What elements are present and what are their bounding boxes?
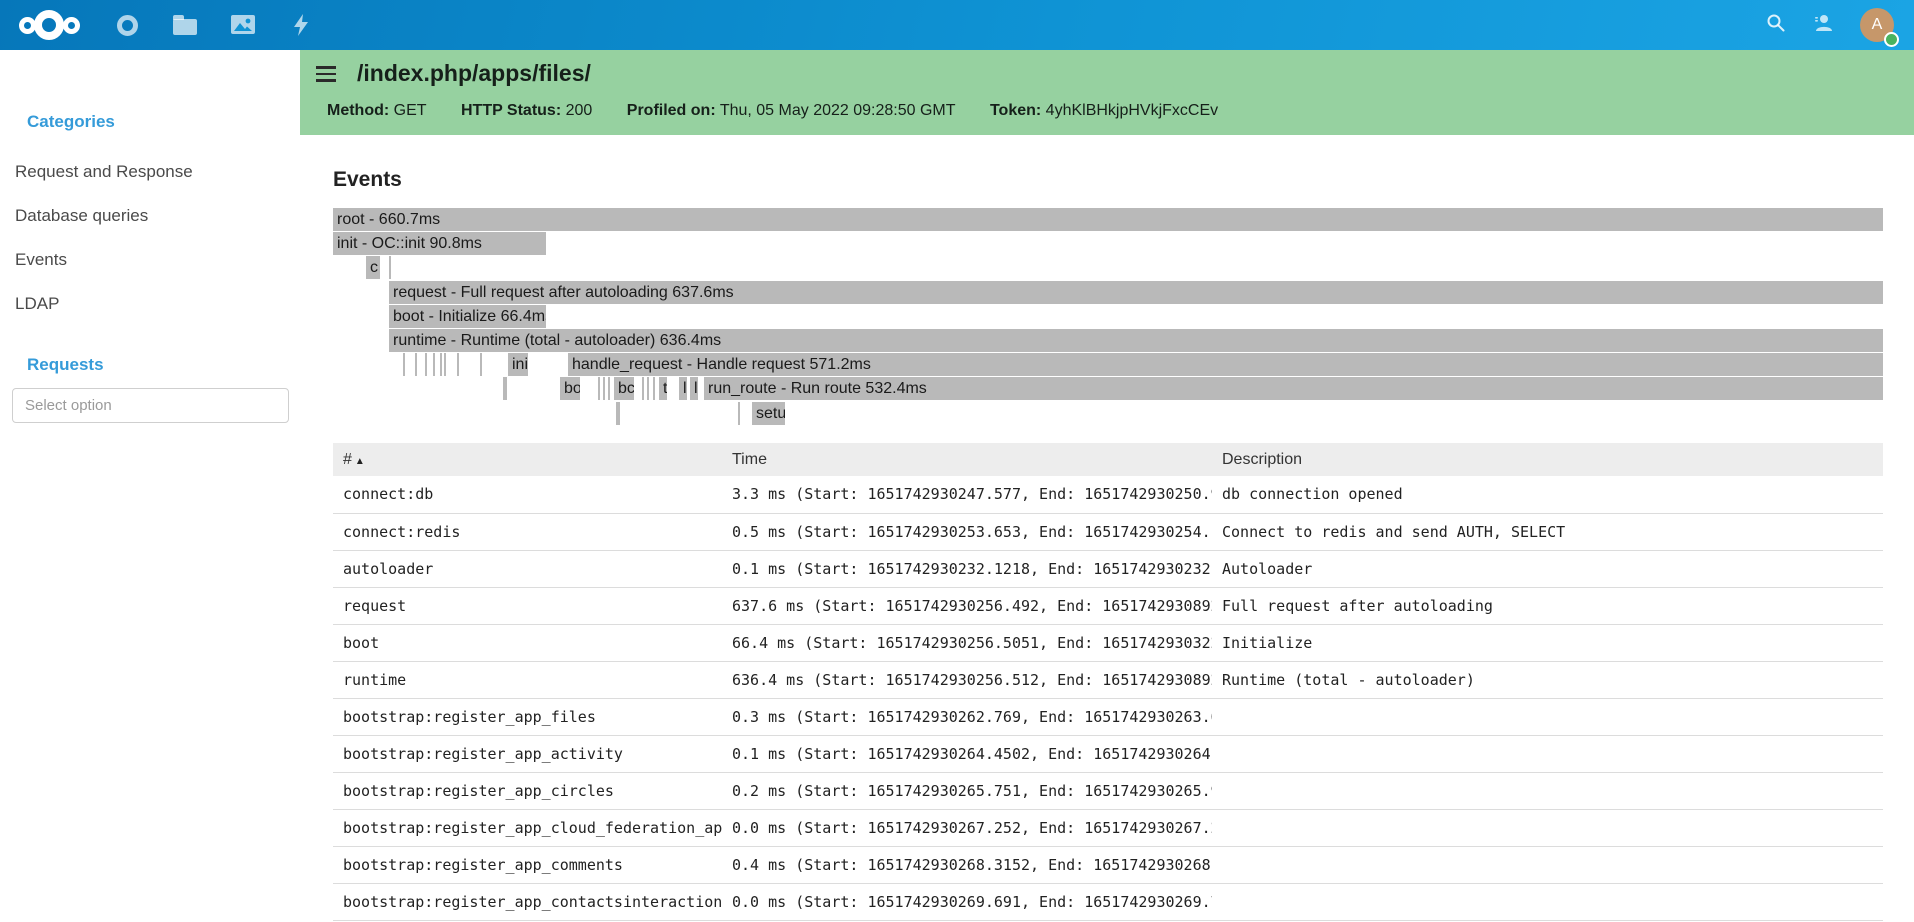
main-content: /index.php/apps/files/ Method: GET HTTP … xyxy=(300,50,1914,922)
circles-app-icon[interactable] xyxy=(114,12,140,38)
timeline-bar xyxy=(598,377,600,400)
timeline-bar: request - Full request after autoloading… xyxy=(389,281,1883,304)
timeline-bar: runtime - Runtime (total - autoloader) 6… xyxy=(389,329,1883,352)
categories-heading: Categories xyxy=(27,112,115,132)
requests-heading: Requests xyxy=(27,355,104,375)
timeline-bar xyxy=(415,353,417,376)
timeline-bar: init - OC::init 90.8ms xyxy=(333,232,546,255)
avatar-letter: A xyxy=(1872,16,1883,34)
column-header-time[interactable]: Time xyxy=(722,443,1212,476)
photos-app-icon[interactable] xyxy=(230,12,256,38)
timeline-bar: setup xyxy=(752,402,785,425)
timeline-bar: bc xyxy=(614,377,634,400)
top-bar: A xyxy=(0,0,1914,50)
timeline-bar xyxy=(444,353,446,376)
timeline-bar: handle_request - Handle request 571.2ms xyxy=(568,353,1883,376)
table-row: connect:redis0.5 ms (Start: 165174293025… xyxy=(333,513,1883,550)
timeline-bar xyxy=(433,353,435,376)
table-row: bootstrap:register_app_activity0.1 ms (S… xyxy=(333,735,1883,772)
http-status-value: 200 xyxy=(566,102,593,119)
timeline-bar xyxy=(389,256,391,279)
table-row: bootstrap:register_app_files0.3 ms (Star… xyxy=(333,698,1883,735)
activity-app-icon[interactable] xyxy=(288,12,314,38)
search-icon[interactable] xyxy=(1766,13,1786,38)
request-meta: Method: GET HTTP Status: 200 Profiled on… xyxy=(327,102,1248,120)
request-summary-header: /index.php/apps/files/ Method: GET HTTP … xyxy=(300,50,1914,135)
events-table-body: connect:db3.3 ms (Start: 1651742930247.5… xyxy=(333,476,1883,920)
sidebar-item-database-queries[interactable]: Database queries xyxy=(15,194,285,238)
nextcloud-logo-icon[interactable] xyxy=(16,8,82,42)
events-timeline: root - 660.7msinit - OC::init 90.8mscreq… xyxy=(333,208,1883,427)
files-app-icon[interactable] xyxy=(172,12,198,38)
table-row: connect:db3.3 ms (Start: 1651742930247.5… xyxy=(333,476,1883,513)
table-row: boot66.4 ms (Start: 1651742930256.5051, … xyxy=(333,624,1883,661)
timeline-bar xyxy=(425,353,427,376)
timeline-bar xyxy=(503,377,507,400)
menu-icon[interactable] xyxy=(316,66,336,82)
token-value: 4yhKlBHkjpHVkjFxcCEv xyxy=(1046,102,1218,119)
sidebar-item-request-and-response[interactable]: Request and Response xyxy=(15,150,285,194)
sidebar-item-events[interactable]: Events xyxy=(15,238,285,282)
table-row: bootstrap:register_app_cloud_federation_… xyxy=(333,809,1883,846)
timeline-bar xyxy=(653,377,655,400)
table-row: bootstrap:register_app_comments0.4 ms (S… xyxy=(333,846,1883,883)
timeline-bar: bo xyxy=(560,377,580,400)
timeline-bar xyxy=(647,377,649,400)
column-header-name[interactable]: #▲ xyxy=(333,443,722,476)
logo-circle-center xyxy=(34,10,64,40)
sidebar: Categories Request and ResponseDatabase … xyxy=(0,50,300,922)
profiled-on-value: Thu, 05 May 2022 09:28:50 GMT xyxy=(720,102,956,119)
avatar[interactable]: A xyxy=(1860,8,1894,42)
table-header-row: #▲ Time Description xyxy=(333,443,1883,476)
requests-select[interactable] xyxy=(12,388,289,423)
events-table: #▲ Time Description connect:db3.3 ms (St… xyxy=(333,443,1883,921)
timeline-bar xyxy=(616,402,620,425)
timeline-bar xyxy=(603,377,605,400)
timeline-bar xyxy=(738,402,740,425)
logo-circle-right xyxy=(63,17,80,34)
events-heading: Events xyxy=(333,168,402,192)
http-status-label: HTTP Status: xyxy=(461,102,561,119)
table-row: bootstrap:register_app_contactsinteracti… xyxy=(333,883,1883,920)
timeline-bar xyxy=(403,353,405,376)
timeline-bar xyxy=(480,353,482,376)
token-label: Token: xyxy=(990,102,1041,119)
timeline-bar xyxy=(440,353,442,376)
sort-asc-icon: ▲ xyxy=(355,456,365,467)
timeline-bar: l xyxy=(679,377,687,400)
timeline-bar: run_route - Run route 532.4ms xyxy=(704,377,1883,400)
table-row: autoloader0.1 ms (Start: 1651742930232.1… xyxy=(333,550,1883,587)
sidebar-category-list: Request and ResponseDatabase queriesEven… xyxy=(15,150,285,326)
contacts-icon[interactable] xyxy=(1812,13,1834,38)
table-row: runtime636.4 ms (Start: 1651742930256.51… xyxy=(333,661,1883,698)
timeline-bar xyxy=(457,353,459,376)
timeline-bar: root - 660.7ms xyxy=(333,208,1883,231)
timeline-bar xyxy=(608,377,610,400)
timeline-bar: t xyxy=(659,377,667,400)
timeline-bar: c xyxy=(366,256,380,279)
table-row: request637.6 ms (Start: 1651742930256.49… xyxy=(333,587,1883,624)
timeline-bar xyxy=(642,377,644,400)
profiled-on-label: Profiled on: xyxy=(627,102,716,119)
timeline-bar: l xyxy=(690,377,698,400)
timeline-bar: boot - Initialize 66.4ms xyxy=(389,305,546,328)
page-title: /index.php/apps/files/ xyxy=(357,60,591,87)
sidebar-item-ldap[interactable]: LDAP xyxy=(15,282,285,326)
timeline-bar: ini xyxy=(508,353,528,376)
column-header-description[interactable]: Description xyxy=(1212,443,1883,476)
table-row: bootstrap:register_app_circles0.2 ms (St… xyxy=(333,772,1883,809)
method-label: Method: xyxy=(327,102,389,119)
method-value: GET xyxy=(394,102,427,119)
status-online-icon xyxy=(1884,32,1899,47)
